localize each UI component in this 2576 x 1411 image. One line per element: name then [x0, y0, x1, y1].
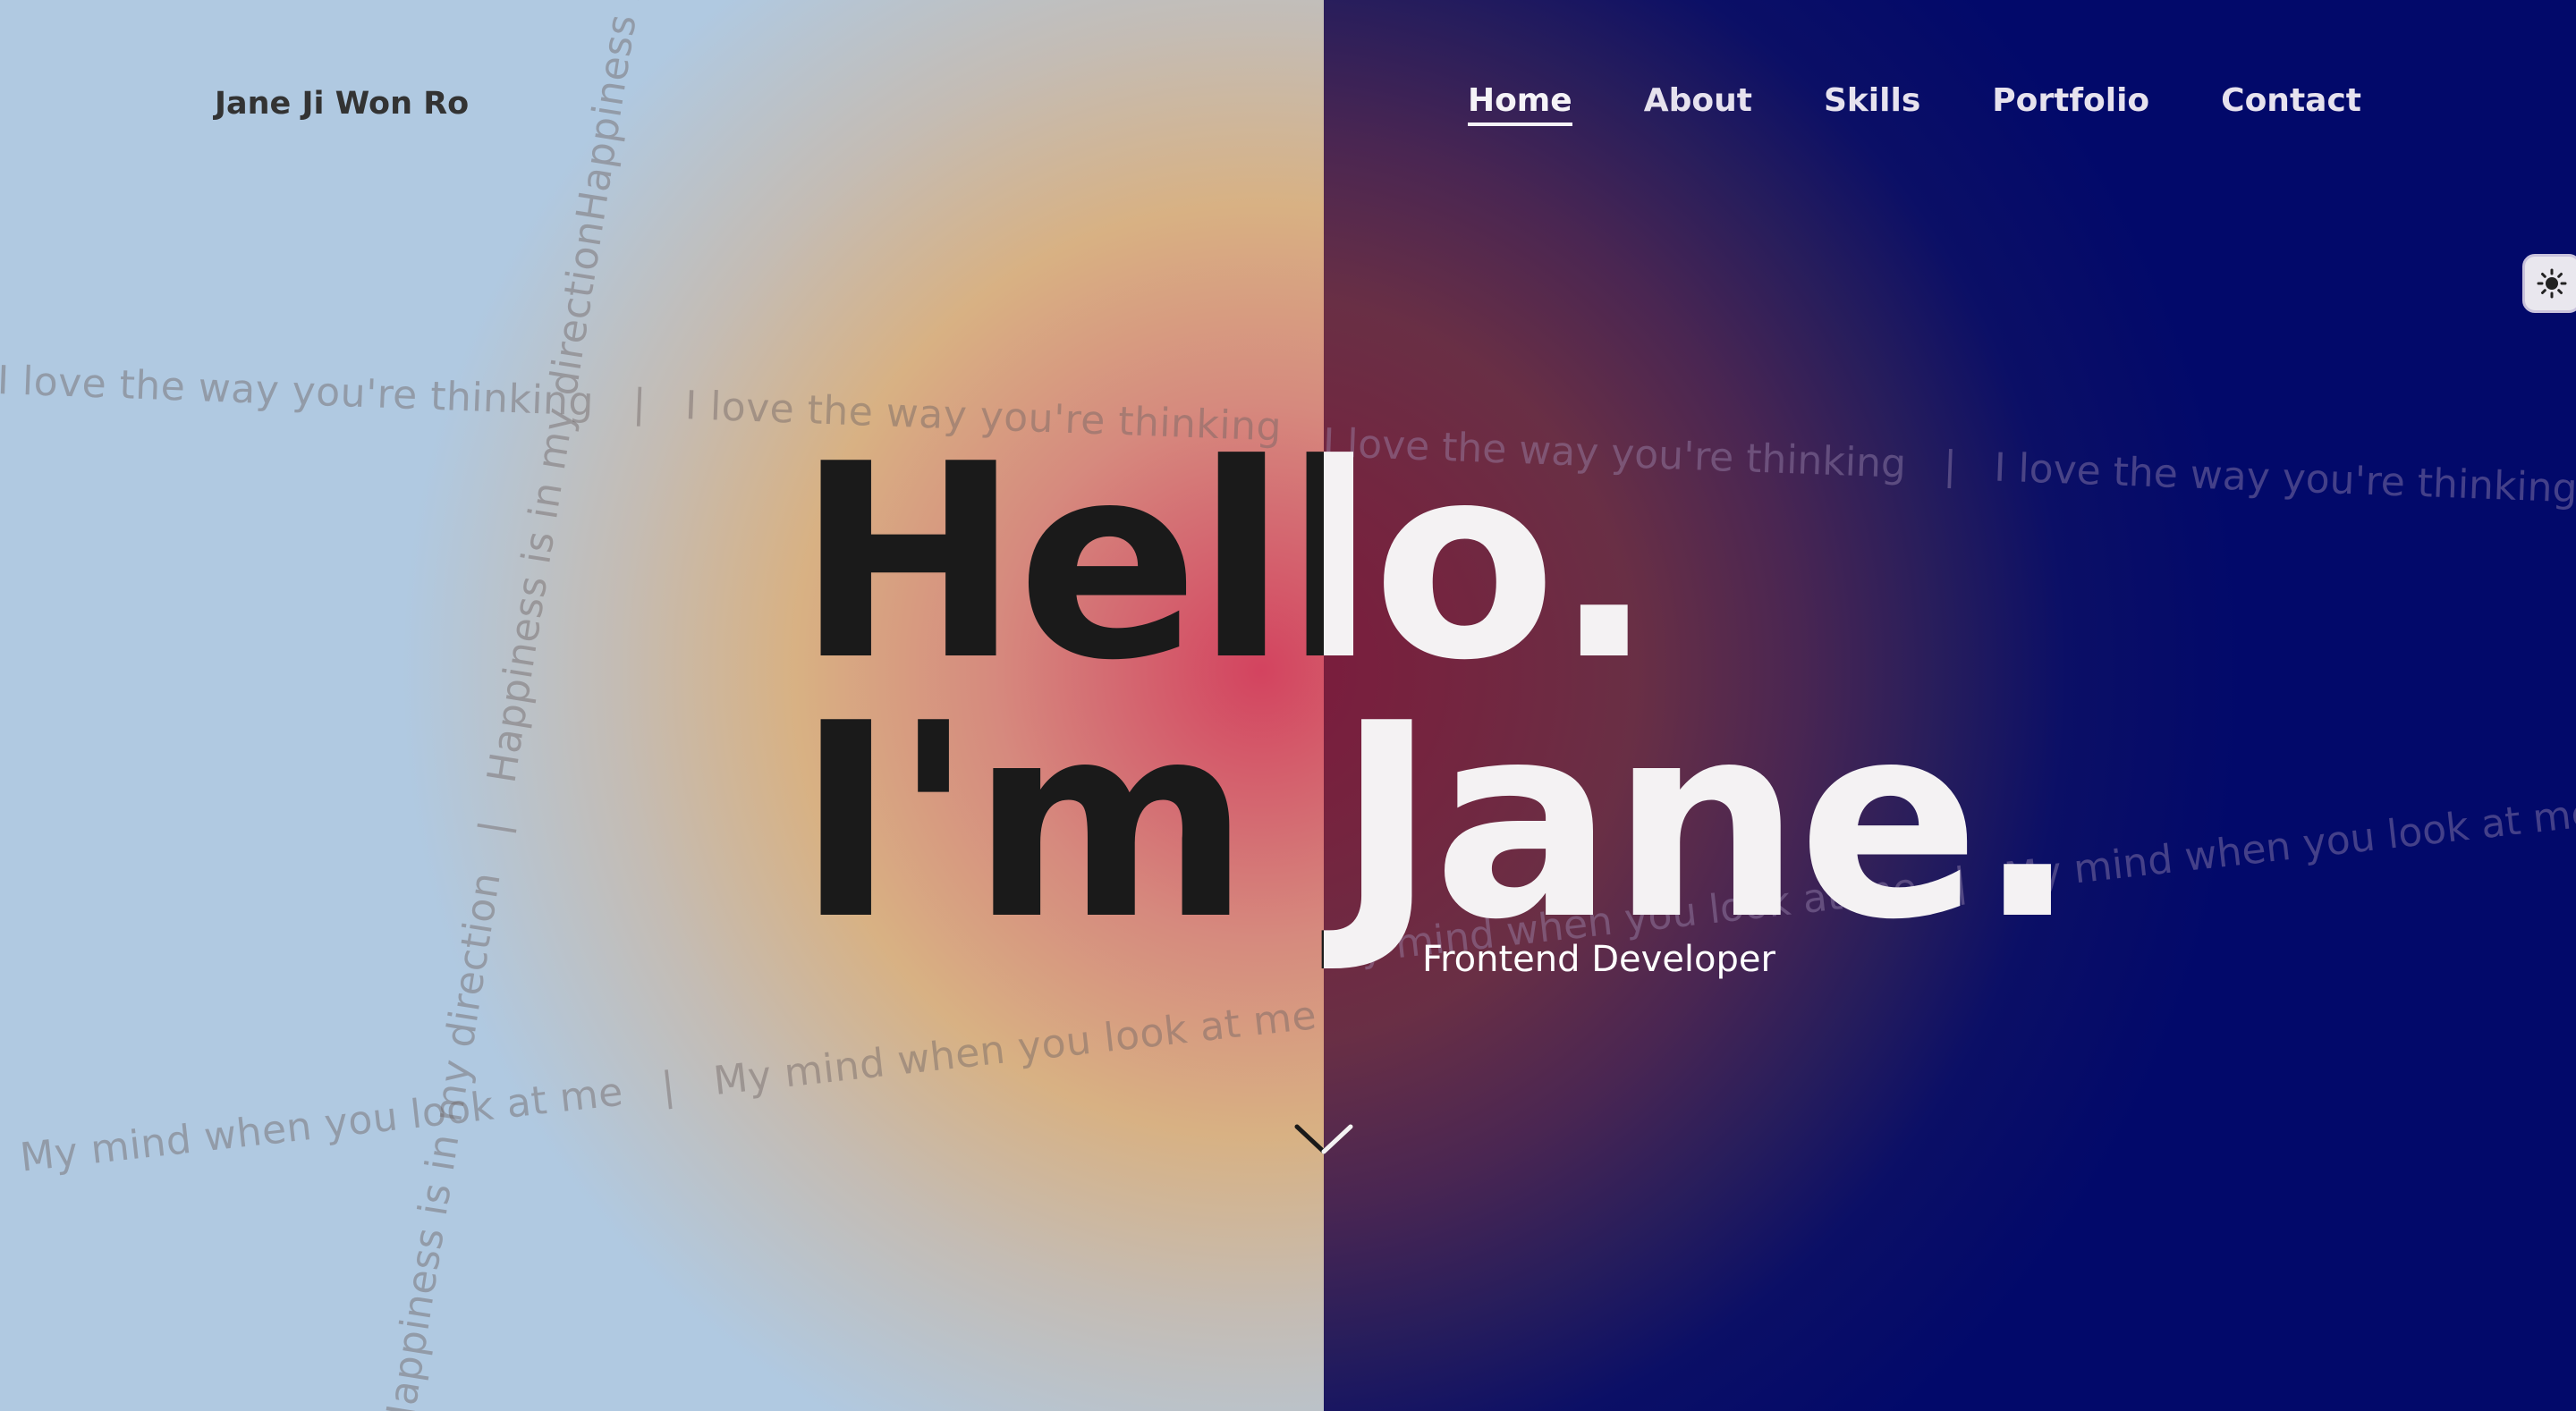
hero-headline-light-half: Hello. I'm Jane.	[0, 0, 1324, 1411]
theme-toggle-button[interactable]	[2522, 254, 2576, 313]
nav-home[interactable]: Home	[1467, 82, 1572, 126]
chevron-right-stroke	[1321, 1124, 1353, 1154]
hero-greeting: Hello.	[1324, 407, 1655, 719]
site-logo[interactable]: Jane Ji Won Ro	[215, 86, 469, 122]
chevron-left-stroke	[1294, 1124, 1353, 1154]
hero-name: I'm Jane.	[1324, 666, 2079, 978]
hero-greeting: Hello.	[796, 407, 1324, 719]
main-nav: Home About Skills Portfolio Contact	[1467, 82, 2361, 126]
hero-subtitle: Frontend Developer	[1422, 939, 1775, 980]
nav-portfolio[interactable]: Portfolio	[1992, 82, 2149, 126]
hero-section: I love the way you're thinking | I love …	[0, 0, 2576, 1411]
nav-about[interactable]: About	[1644, 82, 1752, 126]
hero-name: I'm Jane.	[796, 666, 1324, 978]
chevron-down-icon[interactable]	[1292, 1120, 1356, 1159]
nav-contact[interactable]: Contact	[2221, 82, 2361, 126]
sun-icon	[2537, 268, 2567, 299]
nav-skills[interactable]: Skills	[1824, 82, 1920, 126]
hero-headline-dark-half: Hello. I'm Jane.	[1324, 0, 2576, 1411]
